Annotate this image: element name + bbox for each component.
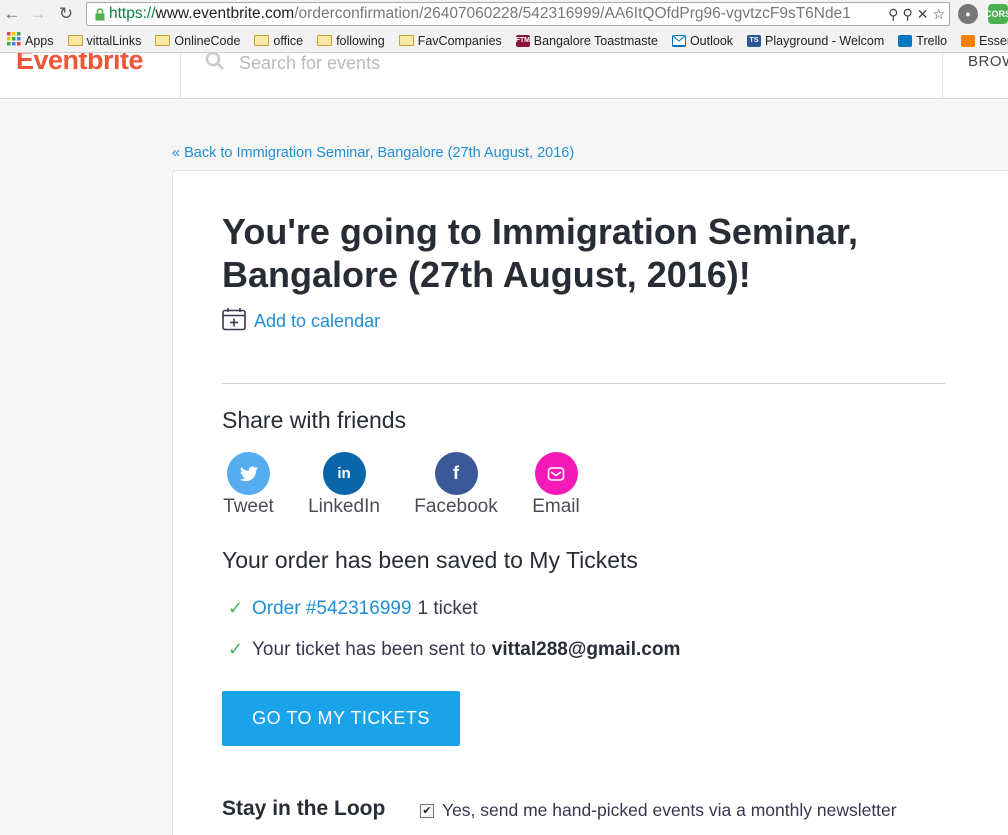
envelope-icon [534, 452, 578, 495]
twitter-bird-icon [227, 452, 270, 495]
bookmark-item[interactable]: Essentially [961, 34, 1008, 48]
browse-events-link[interactable]: BROW [968, 53, 1008, 70]
bookmark-label: office [273, 33, 304, 48]
search-bar[interactable]: Search for events [205, 53, 380, 76]
ticket-count: 1 ticket [417, 598, 478, 619]
order-number-row: ✓ Order #542316999 1 ticket [228, 598, 478, 620]
folder-icon [67, 35, 83, 46]
newsletter-checkbox[interactable]: ✔ [420, 803, 434, 818]
bookmark-label: Trello [916, 33, 948, 48]
apps-grid-icon [7, 32, 21, 49]
share-tweet-button[interactable]: Tweet [222, 452, 275, 518]
bookmark-item[interactable]: Apps [7, 32, 54, 49]
linkedin-icon: in [322, 452, 366, 495]
search-icon [205, 53, 225, 76]
newsletter-label: Yes, send me hand-picked events via a mo… [442, 800, 897, 820]
order-number-link[interactable]: Order #542316999 [252, 598, 412, 620]
order-saved-heading: Your order has been saved to My Tickets [222, 547, 638, 573]
zoom-icon[interactable]: ⚲ [888, 6, 898, 23]
share-linkedin-label: LinkedIn [308, 496, 380, 517]
browser-toolbar: ← → ↻ https://www.eventbrite.com/orderco… [0, 0, 1008, 29]
bookmark-item[interactable]: FTM Bangalore Toastmaste [516, 34, 658, 48]
url-path: /orderconfirmation/26407060228/542316999… [294, 5, 851, 22]
section-divider [222, 383, 945, 384]
cors-extension-icon[interactable]: CORS [985, 4, 1008, 24]
checkmark-icon: ✓ [228, 598, 244, 618]
search-input[interactable]: Search for events [239, 53, 380, 74]
folder-icon [398, 35, 414, 46]
url-host: www.eventbrite.com [155, 5, 295, 22]
bookmark-label: following [336, 33, 385, 48]
bookmark-star-icon[interactable]: ☆ [932, 6, 945, 23]
reload-icon[interactable]: ↻ [54, 2, 78, 26]
ticket-sent-row: ✓ Your ticket has been sent to vittal288… [228, 639, 680, 661]
bookmark-item[interactable]: Trello [898, 34, 947, 48]
bookmark-item[interactable]: vittalLinks [67, 33, 142, 48]
folder-icon [254, 35, 270, 46]
share-facebook-button[interactable]: f Facebook [412, 452, 500, 518]
key-icon[interactable]: ⚲ [902, 6, 912, 23]
bookmark-item[interactable]: OnlineCode [155, 34, 240, 48]
extension-icon[interactable]: ● [958, 4, 978, 24]
outlook-mail-icon [671, 34, 686, 47]
ts-favicon-icon: TS [747, 34, 762, 47]
ftm-favicon-icon: FTM [516, 34, 530, 47]
bookmark-item[interactable]: following [317, 34, 385, 48]
header-divider [942, 53, 943, 98]
bookmark-label: OnlineCode [174, 33, 241, 48]
bookmark-label: Playground - Welcom [765, 33, 885, 48]
share-email-button[interactable]: Email [530, 452, 582, 518]
url-protocol: https:// [109, 5, 156, 22]
share-facebook-label: Facebook [414, 496, 498, 517]
bookmark-item[interactable]: office [254, 34, 303, 48]
folder-icon [317, 35, 333, 46]
add-to-calendar-label: Add to calendar [254, 311, 381, 331]
calendar-plus-icon [222, 307, 246, 336]
add-to-calendar-link[interactable]: Add to calendar [222, 307, 380, 336]
cors-badge-text: CORS [985, 9, 1008, 19]
stay-in-loop-heading: Stay in the Loop [222, 797, 386, 820]
bookmarks-bar: Apps vittalLinks OnlineCode office following… [0, 29, 1008, 53]
eventbrite-logo[interactable]: Eventbrite [16, 53, 144, 76]
facebook-icon: f [434, 452, 478, 495]
bookmark-item[interactable]: FavCompanies [398, 33, 502, 48]
site-header: Eventbrite Search for events BROW [0, 53, 1008, 99]
bookmark-label: vittalLinks [86, 33, 142, 48]
checkmark-icon: ✓ [228, 639, 244, 659]
header-divider [180, 53, 181, 98]
ticket-email: vittal288@gmail.com [491, 639, 681, 660]
blogger-icon [961, 34, 976, 47]
bookmark-label: Apps [25, 33, 54, 48]
share-email-label: Email [532, 496, 580, 517]
bookmark-label: FavCompanies [417, 33, 502, 48]
newsletter-option[interactable]: ✔ Yes, send me hand-picked events via a … [420, 800, 897, 821]
bookmark-item[interactable]: Outlook [671, 33, 734, 48]
go-to-my-tickets-button[interactable]: GO TO MY TICKETS [222, 691, 460, 746]
share-tweet-label: Tweet [223, 496, 274, 517]
lock-icon [91, 7, 109, 21]
bookmark-label: Bangalore Toastmaste [533, 33, 658, 48]
page-title: You're going to Immigration Seminar, Ban… [222, 211, 858, 295]
back-arrow-icon[interactable]: ← [0, 2, 24, 26]
bookmark-item[interactable]: TS Playground - Welcom [747, 34, 884, 48]
back-to-event-link[interactable]: « Back to Immigration Seminar, Bangalore… [172, 145, 574, 161]
bookmark-label: Essentially [979, 33, 1008, 48]
share-linkedin-button[interactable]: in LinkedIn [305, 452, 383, 518]
trello-icon [898, 34, 913, 47]
address-bar[interactable]: https://www.eventbrite.com/orderconfirma… [86, 2, 950, 26]
close-icon[interactable]: ✕ [917, 6, 929, 23]
folder-icon [155, 35, 171, 46]
forward-arrow-icon[interactable]: → [26, 2, 50, 26]
facebook-glyph: f [453, 463, 459, 483]
ticket-sent-text: Your ticket has been sent to [252, 639, 486, 660]
share-heading: Share with friends [222, 407, 407, 433]
bookmark-label: Outlook [689, 33, 734, 48]
linkedin-glyph: in [337, 465, 351, 482]
